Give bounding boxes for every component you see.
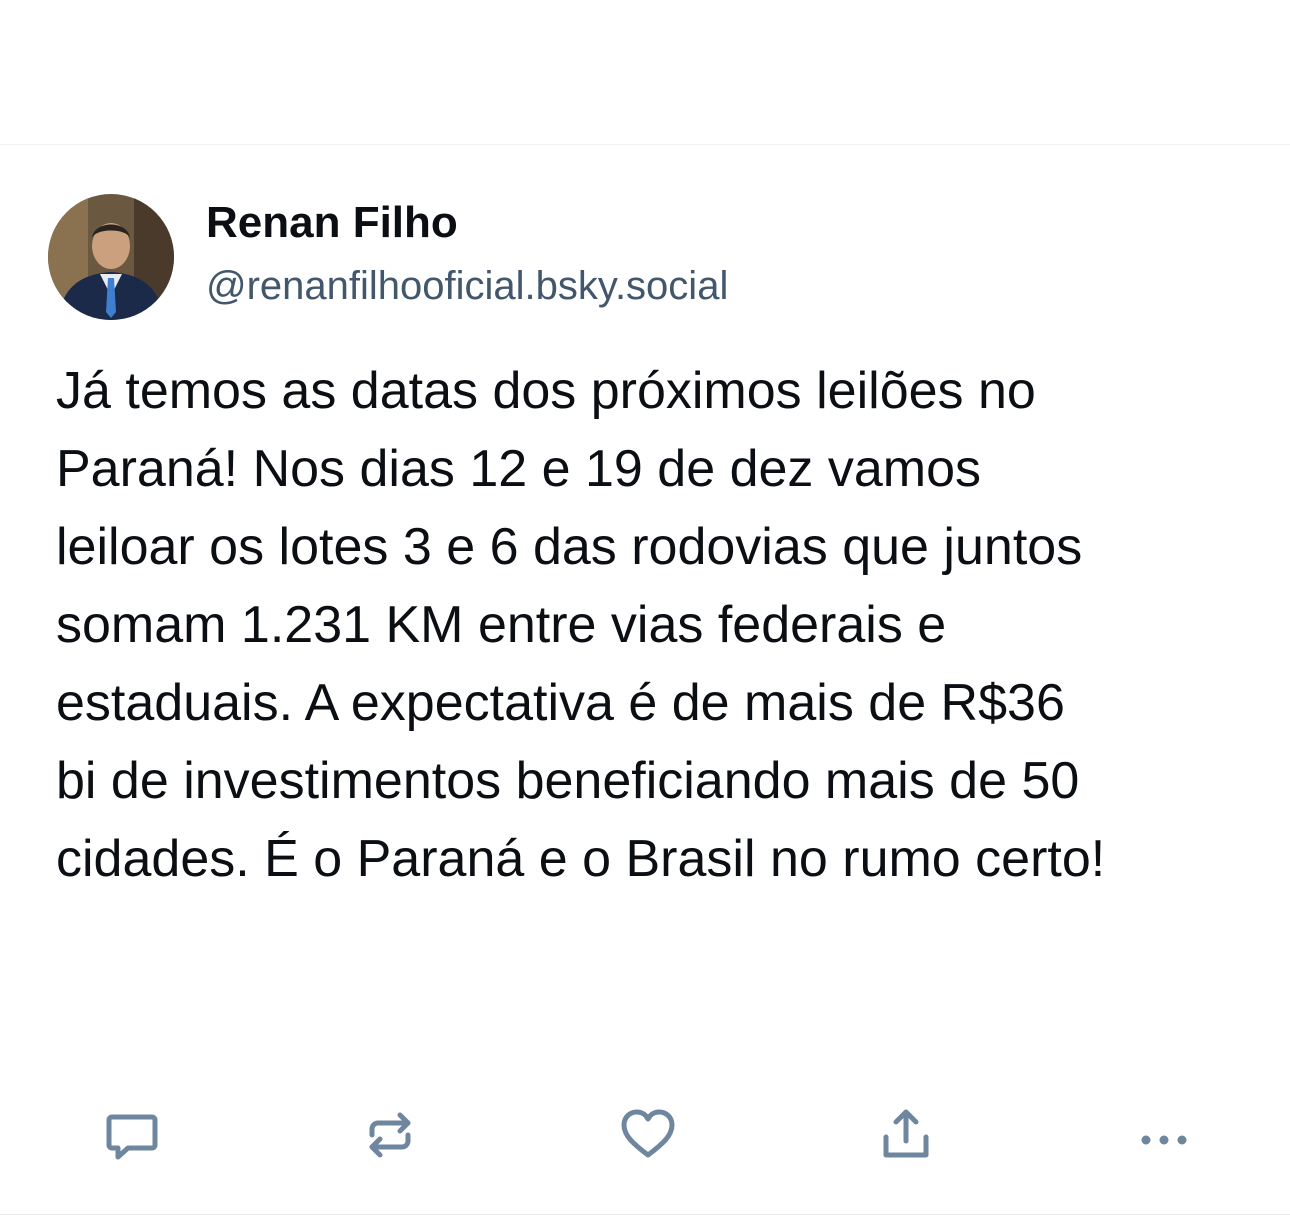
share-button[interactable] <box>871 1100 941 1170</box>
share-icon <box>883 1109 929 1158</box>
like-icon <box>621 1109 675 1158</box>
more-options-button[interactable] <box>1127 1100 1197 1170</box>
more-options-icon <box>1141 1135 1187 1145</box>
avatar-photo <box>48 194 174 320</box>
repost-button[interactable] <box>355 1100 425 1170</box>
repost-icon <box>369 1112 411 1158</box>
author-name[interactable]: Renan Filho <box>206 198 458 248</box>
avatar[interactable] <box>48 194 174 320</box>
top-divider <box>0 144 1290 145</box>
post-actions <box>0 1100 1290 1170</box>
reply-icon <box>106 1114 158 1160</box>
reply-button[interactable] <box>97 1100 167 1170</box>
bottom-divider <box>0 1214 1290 1215</box>
post-text: Já temos as datas dos próximos leilões n… <box>56 362 1106 888</box>
like-button[interactable] <box>613 1100 683 1170</box>
author-handle[interactable]: @renanfilhooficial.bsky.social <box>206 264 728 309</box>
